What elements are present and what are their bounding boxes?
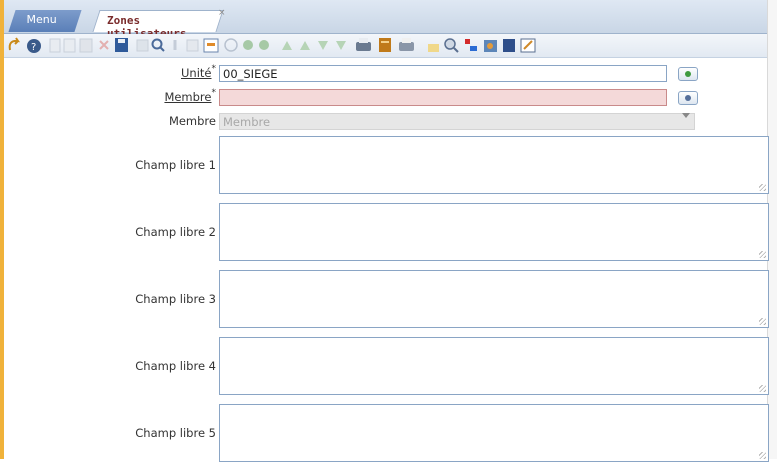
champ-libre-4-textarea[interactable] — [219, 337, 769, 395]
champ-libre-2-textarea[interactable] — [219, 203, 769, 261]
down-icon — [318, 41, 328, 50]
champ-libre-4-label: Champ libre 4 — [135, 359, 216, 373]
edit-icon[interactable] — [520, 38, 536, 53]
champ-libre-1-label: Champ libre 1 — [135, 158, 216, 172]
champ-libre-5-label: Champ libre 5 — [135, 426, 216, 440]
chevron-down-icon — [682, 113, 690, 118]
membre-field[interactable] — [219, 89, 667, 106]
svg-text:?: ? — [31, 42, 36, 53]
print-preview-icon[interactable] — [399, 38, 414, 51]
membre-select-label: Membre — [168, 114, 216, 128]
tab-zones-utilisateurs[interactable]: Zones utilisateurs — [92, 10, 224, 40]
champ-libre-3-textarea[interactable] — [219, 270, 769, 328]
save-icon[interactable] — [115, 38, 128, 52]
first-record-icon — [282, 41, 292, 50]
lock-icon — [428, 44, 439, 52]
search-icon[interactable] — [151, 38, 165, 52]
print-icon[interactable] — [356, 38, 371, 51]
last-record-icon — [336, 41, 346, 50]
membre-lookup-button[interactable] — [678, 91, 698, 105]
report-icon[interactable] — [379, 38, 391, 52]
prev-record-icon — [243, 40, 253, 50]
new-record-icon — [49, 38, 61, 53]
champ-libre-3-label: Champ libre 3 — [135, 292, 216, 306]
zoom-icon[interactable] — [444, 38, 459, 53]
duplicate-icon — [136, 39, 149, 52]
champ-libre-2-label: Champ libre 2 — [135, 225, 216, 239]
close-tab-icon[interactable]: × — [218, 8, 226, 18]
champ-libre-1-textarea[interactable] — [219, 136, 769, 194]
unite-field[interactable]: 00_SIEGE — [219, 65, 667, 82]
tools-icon[interactable] — [484, 40, 497, 52]
up-icon — [300, 41, 310, 50]
tab-menu-label: Menu — [26, 13, 57, 26]
help-icon[interactable]: ? — [27, 39, 41, 53]
toolbar-icons: ? — [8, 37, 536, 53]
next-record-icon — [259, 40, 269, 50]
tab-menu[interactable]: Menu — [8, 10, 82, 32]
membre-label: Membre* — [164, 88, 216, 104]
delete-icon — [99, 40, 109, 50]
window-icon[interactable] — [203, 38, 219, 53]
form-zones-utilisateurs: Unité* 00_SIEGE Membre* Membre Membre Ch… — [4, 58, 769, 462]
toolbar: ? — [4, 34, 767, 58]
book-icon[interactable] — [503, 39, 515, 52]
membre-select: Membre — [219, 113, 695, 130]
champ-libre-5-textarea[interactable] — [219, 404, 769, 462]
export-icon[interactable] — [465, 39, 477, 51]
history-icon — [224, 38, 238, 52]
note-icon — [186, 39, 199, 52]
paste-icon — [79, 38, 93, 53]
undo-icon[interactable] — [8, 37, 21, 51]
unite-lookup-button[interactable] — [678, 67, 698, 81]
tab-bar: Menu Zones utilisateurs × — [4, 0, 767, 40]
unite-label: Unité* — [181, 64, 216, 80]
copy-icon — [63, 38, 76, 53]
